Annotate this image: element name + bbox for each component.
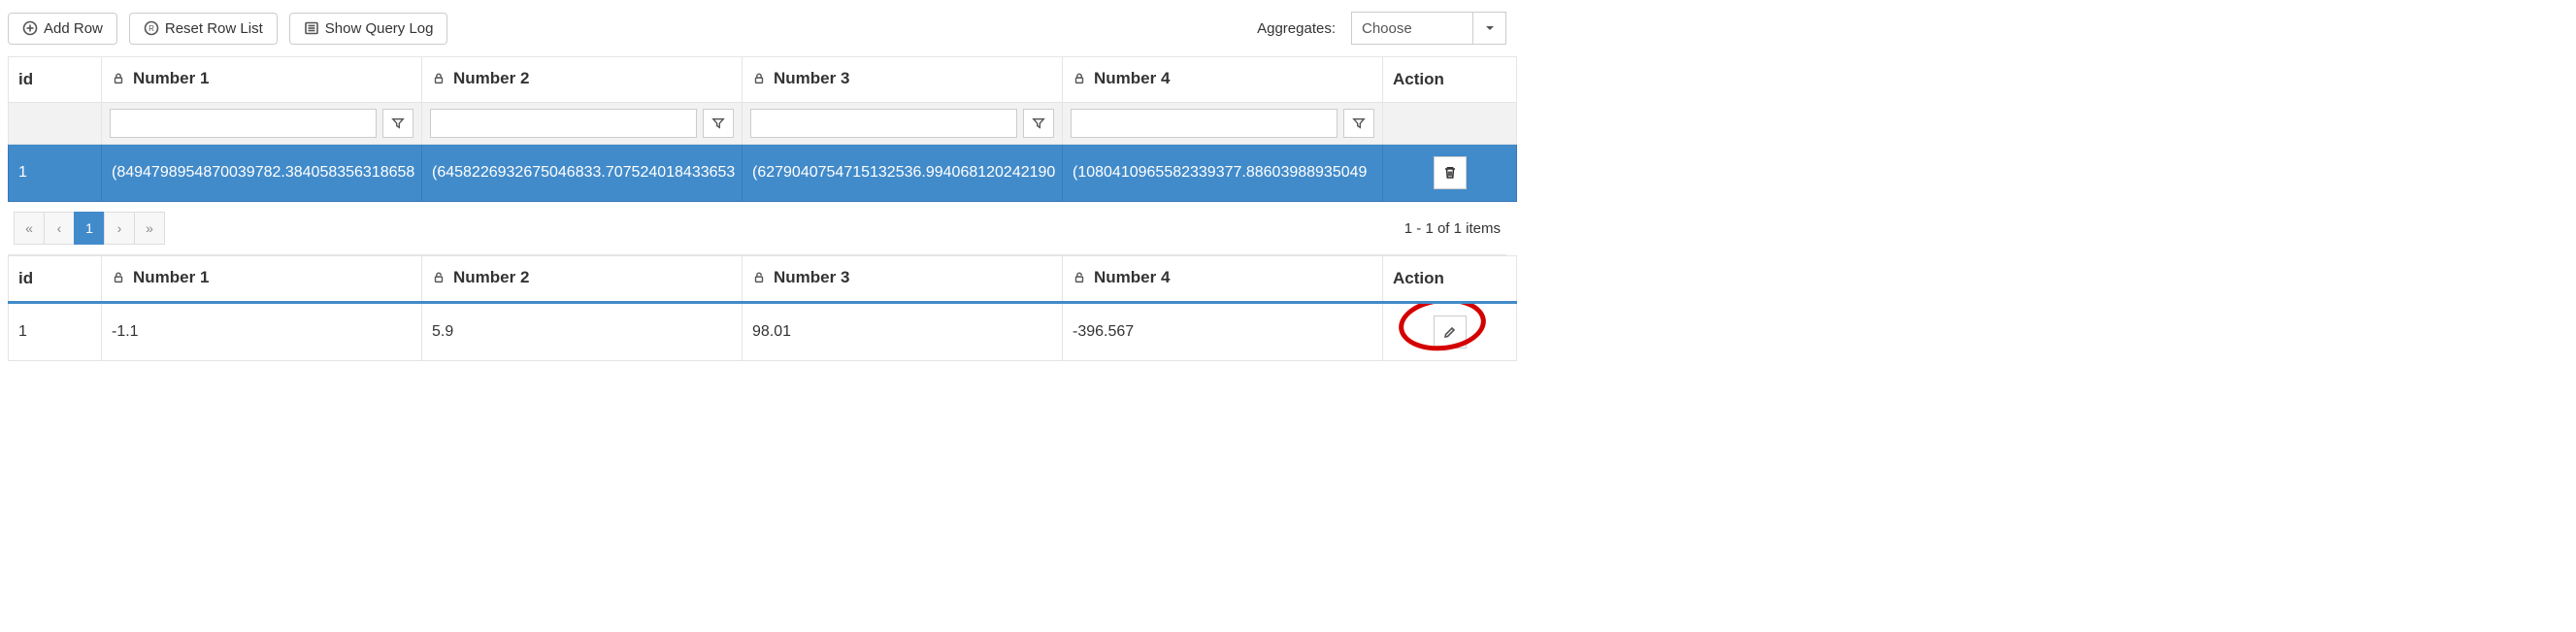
header-number4[interactable]: Number 4	[1063, 256, 1383, 303]
table-row[interactable]: 1 (8494798954870039782.384058356318658 (…	[9, 145, 1517, 202]
cell-number4: (1080410965582339377.88603988935049	[1063, 145, 1383, 202]
aggregates-value: Choose	[1352, 20, 1472, 37]
aggregates-select[interactable]: Choose	[1351, 12, 1506, 45]
pager-bar: « ‹ 1 › » 1 - 1 of 1 items	[8, 202, 1506, 255]
plus-circle-icon	[22, 20, 38, 36]
pager-last[interactable]: »	[134, 212, 165, 245]
filter-row	[9, 103, 1517, 145]
lock-icon	[752, 72, 766, 85]
lock-icon	[1073, 72, 1086, 85]
header-number1[interactable]: Number 1	[102, 256, 422, 303]
filter-input-number2[interactable]	[430, 109, 697, 138]
filter-button-number2[interactable]	[703, 109, 734, 138]
cell-action	[1383, 145, 1517, 202]
cell-number2: 5.9	[422, 303, 743, 361]
filter-button-number3[interactable]	[1023, 109, 1054, 138]
trash-icon	[1442, 165, 1458, 181]
cell-number3: 98.01	[743, 303, 1063, 361]
edit-button[interactable]	[1434, 316, 1467, 349]
show-query-log-button[interactable]: Show Query Log	[289, 13, 448, 45]
aggregates-label: Aggregates:	[1257, 20, 1336, 37]
toolbar: Add Row R Reset Row List Show Query Log …	[8, 8, 1506, 56]
cell-number1: -1.1	[102, 303, 422, 361]
svg-text:R: R	[149, 24, 154, 33]
header-number3[interactable]: Number 3	[743, 57, 1063, 103]
filter-input-number3[interactable]	[750, 109, 1017, 138]
pencil-icon	[1442, 324, 1458, 340]
add-row-label: Add Row	[44, 20, 103, 37]
header-number2[interactable]: Number 2	[422, 57, 743, 103]
header-number3[interactable]: Number 3	[743, 256, 1063, 303]
header-id[interactable]: id	[9, 57, 102, 103]
header-row: id Number 1 Number 2 Number 3 Number 4 A…	[9, 256, 1517, 303]
add-row-button[interactable]: Add Row	[8, 13, 117, 45]
lock-icon	[432, 72, 446, 85]
funnel-icon	[711, 116, 725, 130]
cell-id: 1	[9, 303, 102, 361]
show-query-log-label: Show Query Log	[325, 20, 434, 37]
header-number4[interactable]: Number 4	[1063, 57, 1383, 103]
cell-number4: -396.567	[1063, 303, 1383, 361]
funnel-icon	[1032, 116, 1045, 130]
header-row: id Number 1 Number 2 Number 3 Number 4 A…	[9, 57, 1517, 103]
header-number1[interactable]: Number 1	[102, 57, 422, 103]
lock-icon	[112, 72, 125, 85]
table-row[interactable]: 1 -1.1 5.9 98.01 -396.567	[9, 303, 1517, 361]
header-id[interactable]: id	[9, 256, 102, 303]
grid-unlocked: id Number 1 Number 2 Number 3 Number 4 A…	[8, 255, 1517, 361]
funnel-icon	[391, 116, 405, 130]
pager-next[interactable]: ›	[104, 212, 135, 245]
chevron-down-icon	[1472, 13, 1505, 44]
unlock-icon	[1073, 271, 1086, 284]
header-action: Action	[1383, 57, 1517, 103]
unlock-icon	[432, 271, 446, 284]
filter-button-number4[interactable]	[1343, 109, 1374, 138]
grid-locked: id Number 1 Number 2 Number 3 Number 4 A…	[8, 56, 1517, 202]
reset-icon: R	[144, 20, 159, 36]
cell-id: 1	[9, 145, 102, 202]
unlock-icon	[112, 271, 125, 284]
pager-prev[interactable]: ‹	[44, 212, 75, 245]
reset-row-list-button[interactable]: R Reset Row List	[129, 13, 278, 45]
cell-number2: (6458226932675046833.707524018433653	[422, 145, 743, 202]
pager-info: 1 - 1 of 1 items	[1404, 220, 1501, 237]
filter-button-number1[interactable]	[382, 109, 413, 138]
cell-action	[1383, 303, 1517, 361]
filter-input-number4[interactable]	[1071, 109, 1338, 138]
filter-input-number1[interactable]	[110, 109, 377, 138]
pager-page-1[interactable]: 1	[74, 212, 105, 245]
delete-button[interactable]	[1434, 156, 1467, 189]
funnel-icon	[1352, 116, 1366, 130]
list-icon	[304, 20, 319, 36]
header-action: Action	[1383, 256, 1517, 303]
unlock-icon	[752, 271, 766, 284]
reset-row-list-label: Reset Row List	[165, 20, 263, 37]
cell-number1: (8494798954870039782.384058356318658	[102, 145, 422, 202]
header-number2[interactable]: Number 2	[422, 256, 743, 303]
pager-first[interactable]: «	[14, 212, 45, 245]
cell-number3: (6279040754715132536.994068120242190	[743, 145, 1063, 202]
